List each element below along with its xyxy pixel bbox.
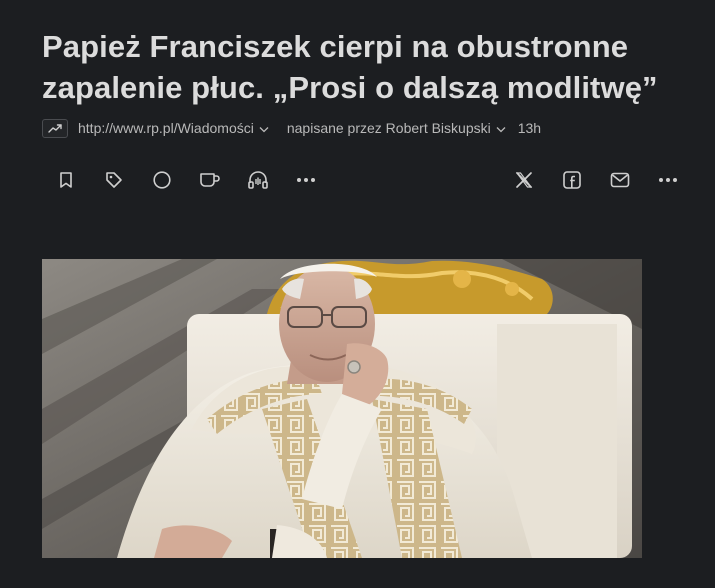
source-link[interactable]: http://www.rp.pl/Wiadomości <box>78 120 269 136</box>
more-icon <box>297 178 315 182</box>
article-toolbar <box>42 160 682 200</box>
mail-icon <box>610 172 630 188</box>
headphones-icon <box>248 171 268 189</box>
share-more-button[interactable] <box>648 160 688 200</box>
article-view: Papież Franciszek cierpi na obustronne z… <box>0 0 715 588</box>
more-icon <box>659 178 677 182</box>
read-later-button[interactable] <box>190 160 230 200</box>
mark-read-button[interactable] <box>142 160 182 200</box>
bookmark-button[interactable] <box>46 160 86 200</box>
timestamp: 13h <box>517 120 542 136</box>
author-link[interactable]: napisane przez Robert Biskupski <box>287 120 506 136</box>
article-hero-image <box>42 259 642 558</box>
share-x-button[interactable] <box>504 160 544 200</box>
tag-button[interactable] <box>94 160 134 200</box>
pope-photo <box>42 259 642 558</box>
article-meta: http://www.rp.pl/Wiadomości napisane prz… <box>42 117 541 139</box>
x-icon <box>515 172 533 188</box>
circle-icon <box>153 171 171 189</box>
bookmark-icon <box>60 172 72 188</box>
facebook-icon <box>563 171 581 189</box>
share-facebook-button[interactable] <box>552 160 592 200</box>
mug-icon <box>200 173 220 187</box>
chevron-down-icon <box>259 120 269 136</box>
listen-button[interactable] <box>238 160 278 200</box>
chevron-down-icon <box>496 120 506 136</box>
tag-icon <box>106 172 122 188</box>
trending-icon[interactable] <box>42 118 68 138</box>
more-options-button[interactable] <box>286 160 326 200</box>
author-name: napisane przez Robert Biskupski <box>286 120 491 136</box>
source-url: http://www.rp.pl/Wiadomości <box>78 120 254 136</box>
article-title: Papież Franciszek cierpi na obustronne z… <box>42 29 658 105</box>
share-email-button[interactable] <box>600 160 640 200</box>
